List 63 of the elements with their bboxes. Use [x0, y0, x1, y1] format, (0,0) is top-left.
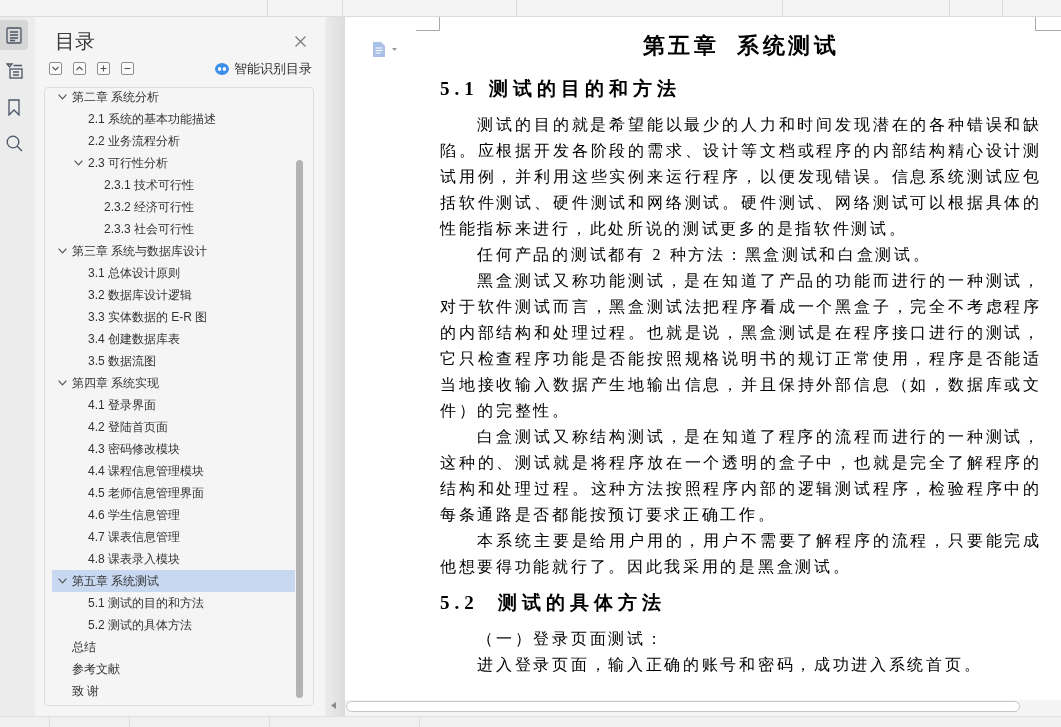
scrollbar-thumb[interactable] — [296, 160, 303, 698]
chevron-down-icon[interactable] — [49, 62, 62, 75]
toc-item[interactable]: 第四章 系统实现 — [52, 372, 295, 394]
scroll-left-icon[interactable] — [331, 702, 336, 709]
chapter-title: 第五章 系统测试 — [641, 32, 841, 60]
toc-item[interactable]: 2.3 可行性分析 — [52, 152, 295, 174]
toc-item[interactable]: 总结 — [52, 636, 295, 658]
paragraph: 黑盒测试又称功能测试，是在知道了产品的功能而进行的一种测试，对于软件测试而言，黑盒测试法把程序看成一个黑盒子，完全不考虑程序的内部结构和处理过程。也就是说，黑盒测试是在程序接口进行的测试，它只检查程序功能是否能按照规格说明书的规订正常使用，程序是否能适当地接收输入数据产生地输出信息，并且保持外部信息（如，数据库或文件）的完整性。 — [440, 271, 1042, 421]
toc-item[interactable]: 2.3.1 技术可行性 — [52, 174, 295, 196]
toc-item[interactable]: 4.2 登陆首页面 — [52, 416, 295, 438]
toc-item[interactable]: 2.3.2 经济可行性 — [52, 196, 295, 218]
minus-icon[interactable] — [121, 62, 134, 75]
toc-item[interactable]: 2.1 系统的基本功能描述 — [52, 108, 295, 130]
toc-item[interactable]: 4.3 密码修改模块 — [52, 438, 295, 460]
scrollbar-thumb[interactable] — [346, 701, 1020, 712]
chevron-down-icon[interactable] — [58, 248, 67, 254]
outline-icon — [5, 63, 23, 79]
smart-toc-button[interactable]: 智能识别目录 — [215, 60, 312, 77]
bookmark-icon — [8, 98, 20, 116]
chevron-up-icon[interactable] — [73, 62, 86, 75]
toc-item[interactable]: 4.6 学生信息管理 — [52, 504, 295, 526]
toc-item[interactable]: 第二章 系统分析 — [52, 88, 295, 108]
toc-item[interactable]: 4.5 老师信息管理界面 — [52, 482, 295, 504]
subsection-heading: （一）登录页面测试： — [476, 629, 666, 649]
toc-item[interactable]: 3.1 总体设计原则 — [52, 262, 295, 284]
toc-item[interactable]: 致 谢 — [52, 680, 295, 702]
toc-item[interactable]: 参考文献 — [52, 658, 295, 680]
plus-icon[interactable] — [97, 62, 110, 75]
chevron-down-icon[interactable] — [58, 380, 67, 386]
list-icon — [6, 26, 22, 44]
chevron-down-icon[interactable] — [74, 160, 83, 166]
paragraph: 本系统主要是给用户用的，用户不需要了解程序的流程，只要能完成他想要得功能就行了。因此我采用的是黑盒测试。 — [440, 531, 1042, 577]
crop-mark — [416, 17, 440, 31]
section-heading: 5.2 测试的具体方法 — [440, 591, 668, 615]
toc-item[interactable]: 4.8 课表录入模块 — [52, 548, 295, 570]
caret-down-icon — [392, 48, 397, 51]
toc-item[interactable]: 3.4 创建数据库表 — [52, 328, 295, 350]
toc-item[interactable]: 第三章 系统与数据库设计 — [52, 240, 295, 262]
toc-item[interactable]: 4.7 课表信息管理 — [52, 526, 295, 548]
pane-tab[interactable] — [0, 20, 28, 50]
chevron-down-icon[interactable] — [58, 578, 67, 584]
pane-title: 目录 — [55, 29, 95, 53]
paragraph: 任何产品的测试都有 2 种方法：黑盒测试和白盒测试。 — [476, 245, 933, 265]
paragraph: 测试的目的就是希望能以最少的人力和时间发现潜在的各种错误和缺陷。应根据开发各阶段的需求、设计等文档或程序的内部结构精心设计测试用例，并利用这些实例来运行程序，以便发现错误。信息系统测试应包括软件测试、硬件测试和网络测试。硬件测试、网络测试可以根据具体的性能指标来进行，此处所说的测试更多的是指软件测试。 — [440, 115, 1042, 239]
toc-item[interactable]: 3.2 数据库设计逻辑 — [52, 284, 295, 306]
toc-item[interactable]: 5.2 测试的具体方法 — [52, 614, 295, 636]
toc-item[interactable]: 第五章 系统测试 — [52, 570, 295, 592]
toc-item[interactable]: 4.1 登录界面 — [52, 394, 295, 416]
paragraph: 白盒测试又称结构测试，是在知道了程序的流程而进行的一种测试，这种的、测试就是将程序放在一个透明的盒子中，也就是完全了解程序的结构和处理过程。这种方法按照程序内部的逻辑测试程序，检验程序中的每条通路是否都能按预订要求正确工作。 — [440, 427, 1042, 525]
section-heading: 5.1 测试的目的和方法 — [440, 77, 682, 101]
close-icon[interactable] — [295, 35, 306, 47]
toc-item[interactable]: 3.3 实体数据的 E-R 图 — [52, 306, 295, 328]
toc-item[interactable]: 2.2 业务流程分析 — [52, 130, 295, 152]
crop-mark — [1035, 17, 1061, 31]
toc-item[interactable]: 2.3.3 社会可行性 — [52, 218, 295, 240]
paragraph: 进入登录页面，输入正确的账号和密码，成功进入系统首页。 — [476, 655, 984, 675]
chevron-down-icon[interactable] — [58, 94, 67, 100]
search-icon — [5, 134, 23, 152]
document-icon — [373, 42, 385, 57]
toc-item[interactable]: 5.1 测试的目的和方法 — [52, 592, 295, 614]
bot-icon — [215, 62, 229, 75]
toc-item[interactable]: 4.4 课程信息管理模块 — [52, 460, 295, 482]
toc-item[interactable]: 3.5 数据流图 — [52, 350, 295, 372]
